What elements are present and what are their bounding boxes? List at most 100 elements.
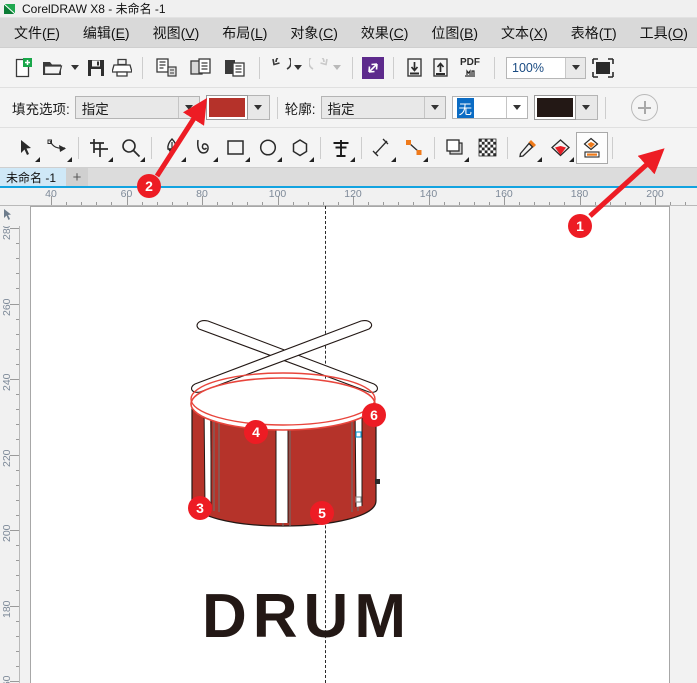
ruler-minor-tick xyxy=(16,363,19,365)
ruler-minor-tick xyxy=(413,202,415,205)
outline-width-chevron-down-icon[interactable] xyxy=(505,97,527,118)
redo-icon[interactable] xyxy=(306,53,332,83)
crop-tool-flyout-icon[interactable] xyxy=(108,156,113,162)
new-document-icon[interactable] xyxy=(10,53,36,83)
add-preset-button[interactable] xyxy=(630,94,658,121)
pick-tool-flyout-icon[interactable] xyxy=(35,156,40,162)
ruler-minor-tick xyxy=(337,202,339,205)
ruler-label: 160 xyxy=(495,188,513,200)
document-tab[interactable]: 未命名 -1 xyxy=(0,168,67,186)
ruler-minor-tick xyxy=(171,202,173,205)
artistic-media-tool-flyout-icon[interactable] xyxy=(213,156,218,162)
ruler-minor-tick xyxy=(96,202,98,205)
zoom-level-value: 100% xyxy=(512,60,544,75)
polygon-tool-icon[interactable] xyxy=(284,132,316,164)
ruler-minor-tick xyxy=(624,202,626,205)
menu-item-2[interactable]: 编辑(E) xyxy=(83,26,130,40)
fill-mode-chevron-down-icon[interactable] xyxy=(177,97,199,118)
zoom-tool-icon[interactable] xyxy=(115,132,147,164)
freehand-pen-tool-flyout-icon[interactable] xyxy=(181,156,186,162)
menu-item-8[interactable]: 文本(X) xyxy=(501,26,548,40)
paste-icon[interactable] xyxy=(218,53,252,83)
ruler-minor-tick xyxy=(111,202,113,205)
drawing-canvas[interactable]: DRUM xyxy=(20,206,697,683)
zoom-level-combo[interactable]: 100% xyxy=(506,56,586,79)
ruler-minor-tick xyxy=(519,202,521,205)
smart-fill-tool-icon[interactable] xyxy=(576,131,608,164)
pick-tool-icon[interactable] xyxy=(10,132,42,164)
outline-color-chevron-down-icon[interactable] xyxy=(575,95,598,120)
save-document-icon[interactable] xyxy=(83,53,109,83)
straight-line-connector-tool-icon[interactable] xyxy=(398,132,430,164)
rectangle-tool-icon[interactable] xyxy=(220,132,252,164)
menu-item-3[interactable]: 视图(V) xyxy=(153,26,200,40)
print-icon[interactable] xyxy=(109,53,135,83)
ruler-minor-tick xyxy=(549,202,551,205)
undo-icon[interactable] xyxy=(267,53,293,83)
publish-pdf-icon[interactable]: PDF xyxy=(453,53,487,83)
menu-item-5[interactable]: 对象(C) xyxy=(290,26,337,40)
rectangle-tool-flyout-icon[interactable] xyxy=(245,156,250,162)
shape-tool-flyout-icon[interactable] xyxy=(67,156,72,162)
copy-icon[interactable] xyxy=(184,53,218,83)
menu-item-6[interactable]: 效果(C) xyxy=(361,26,408,40)
outline-mode-combo[interactable]: 指定 xyxy=(320,96,446,119)
color-eyedropper-tool-icon[interactable] xyxy=(512,132,544,164)
menu-item-4[interactable]: 布局(L) xyxy=(222,26,267,40)
zoom-tool-flyout-icon[interactable] xyxy=(140,156,145,162)
crop-tool-icon[interactable] xyxy=(83,132,115,164)
trace-bitmap-icon[interactable] xyxy=(360,53,386,83)
ruler-origin-icon[interactable] xyxy=(0,206,20,226)
straight-line-connector-tool-flyout-icon[interactable] xyxy=(423,156,428,162)
menu-item-9[interactable]: 表格(T) xyxy=(571,26,617,40)
menu-item-1[interactable]: 文件(F) xyxy=(14,26,60,40)
artistic-media-tool-icon[interactable] xyxy=(188,132,220,164)
ruler-label: 180 xyxy=(570,188,589,200)
menu-item-10[interactable]: 工具(O) xyxy=(640,26,688,40)
outline-color-swatch[interactable] xyxy=(533,95,576,120)
undo-list-chevron-down-icon[interactable] xyxy=(294,65,302,70)
export-icon[interactable] xyxy=(427,53,453,83)
interactive-fill-tool-flyout-icon[interactable] xyxy=(569,156,574,162)
add-document-tab-button[interactable]: + xyxy=(66,168,89,186)
drop-shadow-tool-icon[interactable] xyxy=(439,132,471,164)
zoom-chevron-down-icon[interactable] xyxy=(565,57,585,78)
text-tool-flyout-icon[interactable] xyxy=(350,156,355,162)
ruler-label: 260 xyxy=(1,297,13,316)
fill-color-chip xyxy=(208,98,245,117)
open-document-icon[interactable] xyxy=(36,53,70,83)
ruler-minor-tick xyxy=(670,202,672,205)
fill-color-chevron-down-icon[interactable] xyxy=(247,95,270,120)
menu-item-7[interactable]: 位图(B) xyxy=(431,26,478,40)
ellipse-tool-icon[interactable] xyxy=(252,132,284,164)
parallel-dimension-tool-flyout-icon[interactable] xyxy=(391,156,396,162)
ruler-minor-tick xyxy=(16,409,19,411)
polygon-tool-flyout-icon[interactable] xyxy=(309,156,314,162)
freehand-pen-tool-icon[interactable] xyxy=(156,132,188,164)
ruler-label: 100 xyxy=(268,188,287,200)
text-tool-icon[interactable] xyxy=(325,132,357,164)
open-recent-chevron-down-icon[interactable] xyxy=(71,65,79,70)
vertical-ruler[interactable]: 280260240220200180160 xyxy=(0,206,20,683)
ruler-minor-tick xyxy=(81,202,83,205)
shape-tool-icon[interactable] xyxy=(42,132,74,164)
outline-width-combo[interactable]: 无 xyxy=(451,96,528,119)
fill-color-swatch[interactable] xyxy=(205,95,248,120)
artwork-title-text[interactable]: DRUM xyxy=(202,581,412,652)
tool-divider xyxy=(320,136,321,159)
ruler-minor-tick xyxy=(186,202,188,205)
outline-mode-chevron-down-icon[interactable] xyxy=(423,97,445,118)
parallel-dimension-tool-icon[interactable] xyxy=(366,132,398,164)
tool-palette xyxy=(0,128,697,168)
interactive-fill-tool-icon[interactable] xyxy=(544,132,576,164)
cut-icon[interactable] xyxy=(150,53,184,83)
fill-mode-combo[interactable]: 指定 xyxy=(74,96,200,119)
drop-shadow-tool-flyout-icon[interactable] xyxy=(464,156,469,162)
ellipse-tool-flyout-icon[interactable] xyxy=(277,156,282,162)
fullscreen-preview-icon[interactable] xyxy=(586,53,620,83)
import-icon[interactable] xyxy=(401,53,427,83)
horizontal-ruler[interactable]: 40 60 80 100 120 140 160 180 200 xyxy=(0,186,697,206)
coreldraw-window: CorelDRAW X8 - 未命名 -1 文件(F) 编辑(E) 视图(V) 布局(… xyxy=(0,0,697,683)
color-eyedropper-tool-flyout-icon[interactable] xyxy=(537,156,542,162)
transparency-tool-icon[interactable] xyxy=(471,132,503,164)
